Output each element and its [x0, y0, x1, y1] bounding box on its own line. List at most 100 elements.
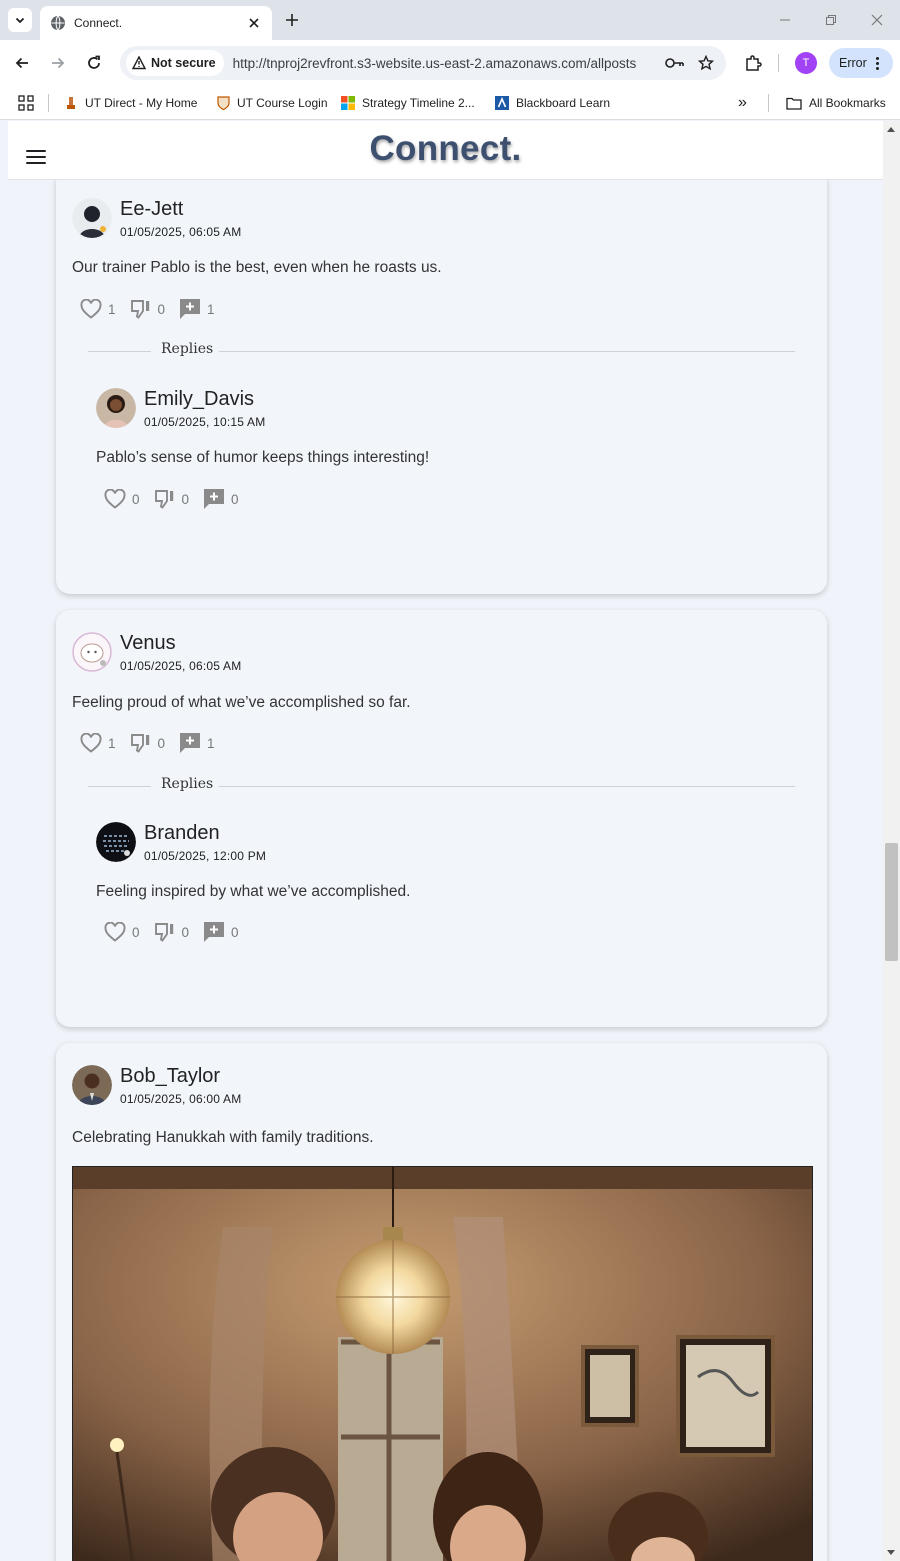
like-count: 0: [132, 491, 140, 507]
like-button[interactable]: 0: [104, 489, 140, 509]
dislike-button[interactable]: 0: [154, 489, 189, 509]
family-photo-image: [73, 1167, 812, 1561]
reply-button[interactable]: 0: [203, 488, 239, 510]
reply-text: Pablo’s sense of humor keeps things inte…: [96, 449, 430, 466]
replies-divider: Replies: [88, 341, 795, 361]
password-key-button[interactable]: [664, 52, 686, 74]
bookmark-ut-course-login[interactable]: UT Course Login: [216, 93, 328, 113]
bookmark-label: UT Direct - My Home: [85, 96, 198, 110]
like-button[interactable]: 1: [80, 299, 116, 319]
post-author: Ee-Jett 01/05/2025, 06:05 AM: [72, 198, 241, 239]
bookmarks-overflow-button[interactable]: »: [738, 93, 747, 113]
avatar[interactable]: [72, 198, 112, 238]
post-photo[interactable]: [72, 1166, 813, 1561]
profile-avatar[interactable]: T: [795, 52, 817, 74]
bookmark-star-button[interactable]: [695, 52, 717, 74]
restore-icon: [826, 15, 836, 25]
restore-button[interactable]: [818, 8, 844, 32]
page-scrollbar[interactable]: [883, 121, 900, 1561]
minimize-icon: [780, 19, 790, 21]
bookmark-label: Blackboard Learn: [516, 96, 611, 110]
tab-search-button[interactable]: [8, 8, 32, 32]
reply-author: Branden 01/05/2025, 12:00 PM: [96, 822, 266, 863]
bookmark-blackboard[interactable]: Blackboard Learn: [495, 93, 610, 113]
replies-label: Replies: [161, 776, 214, 792]
post-card: Ee-Jett 01/05/2025, 06:05 AM Our trainer…: [56, 169, 827, 594]
like-button[interactable]: 0: [104, 922, 140, 942]
url-text[interactable]: http://tnproj2revfront.s3-website.us-eas…: [233, 56, 664, 71]
dislike-count: 0: [157, 735, 166, 751]
dislike-button[interactable]: 0: [130, 299, 166, 319]
tab-strip: Connect.: [0, 0, 900, 40]
post-timestamp: 01/05/2025, 06:05 AM: [120, 659, 242, 673]
like-count: 0: [132, 924, 140, 940]
post-author: Venus 01/05/2025, 06:05 AM: [72, 632, 241, 673]
reply-timestamp: 01/05/2025, 12:00 PM: [144, 849, 267, 863]
reply-button[interactable]: 1: [179, 732, 215, 754]
add-comment-icon: [204, 489, 225, 509]
reply-actions: 0 0 0: [104, 921, 253, 943]
reply-button[interactable]: 0: [203, 921, 239, 943]
active-tab[interactable]: Connect.: [40, 6, 272, 40]
security-label: Not secure: [151, 56, 216, 70]
new-tab-button[interactable]: [282, 10, 302, 30]
post-card: Bob_Taylor 01/05/2025, 06:00 AM Celebrat…: [56, 1043, 827, 1561]
scroll-down-arrow-icon[interactable]: [887, 1550, 895, 1555]
reply-timestamp: 01/05/2025, 10:15 AM: [144, 415, 266, 429]
reply-text: Feeling inspired by what we’ve accomplis…: [96, 883, 411, 900]
add-comment-icon: [180, 299, 201, 319]
dislike-button[interactable]: 0: [154, 922, 190, 942]
key-icon: [665, 58, 684, 68]
reload-icon: [88, 55, 100, 69]
post-username[interactable]: Bob_Taylor: [120, 1065, 241, 1087]
dislike-count: 0: [181, 924, 190, 940]
reload-button[interactable]: [82, 51, 106, 75]
bookmarks-bar: UT Direct - My Home UT Course Login Stra…: [0, 86, 900, 120]
bookmark-ut-direct[interactable]: UT Direct - My Home: [64, 93, 197, 113]
tab-close-button[interactable]: [246, 15, 262, 31]
thumbs-down-icon: [154, 923, 173, 942]
thumbs-down-icon: [130, 734, 149, 753]
avatar[interactable]: [96, 822, 136, 862]
thumbs-down-icon: [154, 490, 173, 509]
back-button[interactable]: [10, 51, 34, 75]
post-username[interactable]: Venus: [120, 632, 241, 654]
reply-button[interactable]: 1: [179, 298, 215, 320]
post-username[interactable]: Ee-Jett: [120, 198, 241, 220]
like-button[interactable]: 1: [80, 733, 116, 753]
scroll-up-arrow-icon[interactable]: [887, 127, 895, 132]
forward-button[interactable]: [46, 51, 70, 75]
site-info-chip[interactable]: Not secure: [126, 50, 224, 76]
address-bar[interactable]: Not secure http://tnproj2revfront.s3-web…: [120, 46, 726, 80]
chevron-down-icon: [15, 17, 25, 24]
reply-username[interactable]: Branden: [144, 822, 266, 844]
bookmark-label: Strategy Timeline 2...: [362, 96, 475, 110]
apps-grid-icon: [18, 95, 34, 111]
apps-button[interactable]: [18, 93, 34, 113]
heart-icon: [104, 922, 126, 942]
warning-icon: [132, 56, 146, 70]
reply-username[interactable]: Emily_Davis: [144, 388, 265, 410]
globe-icon: [51, 15, 65, 31]
comment-count: 0: [231, 924, 239, 940]
browser-menu-button[interactable]: Error: [829, 48, 893, 78]
dislike-button[interactable]: 0: [130, 733, 166, 753]
bookmark-label: UT Course Login: [237, 96, 328, 110]
minimize-button[interactable]: [772, 8, 798, 32]
post-timestamp: 01/05/2025, 06:00 AM: [120, 1092, 242, 1106]
page-viewport: Connect. Ee-Jett 01/05/2025, 06:05 AM Ou…: [8, 121, 883, 1561]
heart-icon: [80, 299, 102, 319]
scrollbar-thumb[interactable]: [885, 843, 898, 961]
extensions-button[interactable]: [741, 51, 765, 75]
dislike-count: 0: [157, 301, 166, 317]
kebab-icon: [875, 56, 879, 70]
window-close-button[interactable]: [864, 8, 890, 32]
replies-label: Replies: [161, 341, 214, 357]
all-bookmarks-button[interactable]: All Bookmarks: [786, 93, 886, 113]
avatar[interactable]: [96, 388, 136, 428]
avatar[interactable]: [72, 1065, 112, 1105]
post-actions: 1 0 1: [80, 732, 229, 754]
bookmark-strategy-timeline[interactable]: Strategy Timeline 2...: [341, 93, 475, 113]
comment-count: 1: [207, 301, 215, 317]
avatar[interactable]: [72, 632, 112, 672]
